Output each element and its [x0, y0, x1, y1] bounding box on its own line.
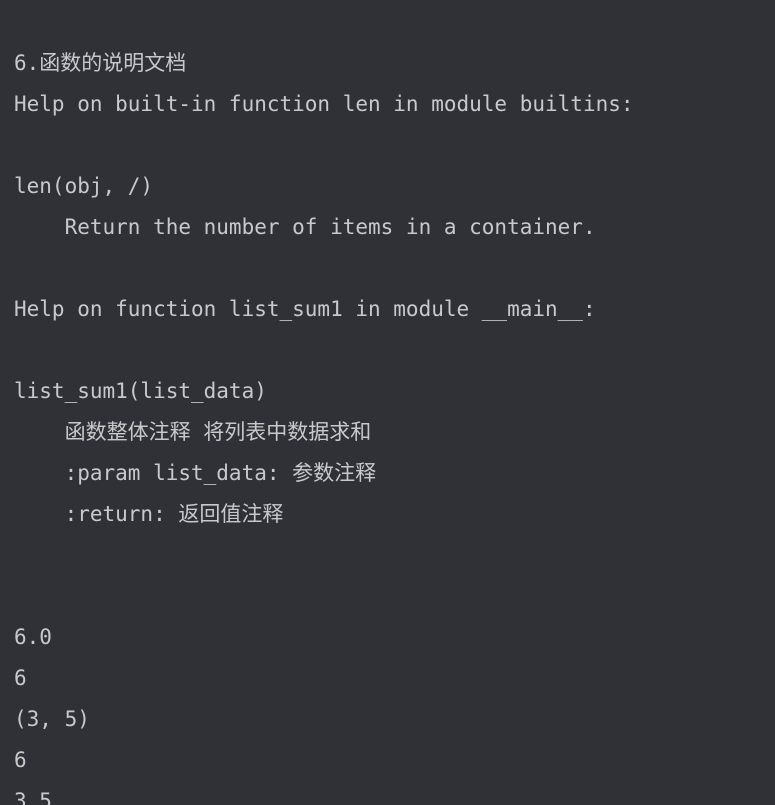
code-line: 6: [14, 748, 27, 772]
code-line: 6: [14, 666, 27, 690]
code-line: Return the number of items in a containe…: [14, 215, 596, 239]
code-line: list_sum1(list_data): [14, 379, 267, 403]
code-line: (3, 5): [14, 707, 90, 731]
code-line: 函数整体注释 将列表中数据求和: [14, 420, 371, 444]
code-line: len(obj, /): [14, 174, 153, 198]
code-line: 6.0: [14, 625, 52, 649]
code-output: 6.函数的说明文档 Help on built-in function len …: [0, 0, 775, 805]
code-line: Help on built-in function len in module …: [14, 92, 634, 116]
code-line: :param list_data: 参数注释: [14, 461, 376, 485]
code-line: Help on function list_sum1 in module __m…: [14, 297, 596, 321]
code-line: 6.函数的说明文档: [14, 51, 186, 75]
code-line: 3 5: [14, 789, 52, 805]
code-line: :return: 返回值注释: [14, 502, 283, 526]
